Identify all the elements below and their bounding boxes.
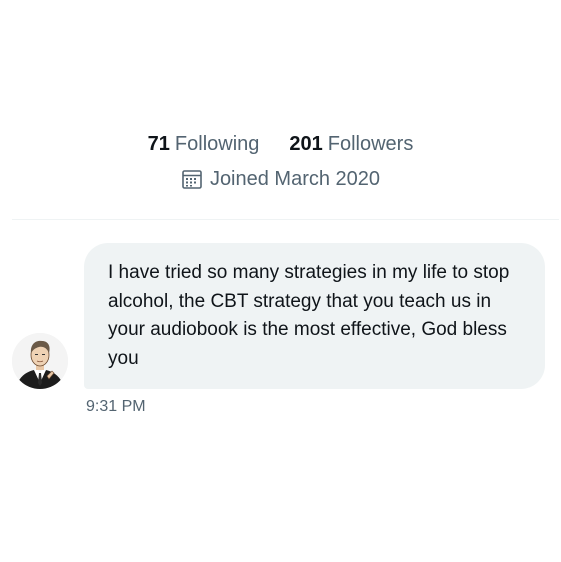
message-timestamp: 9:31 PM — [86, 398, 146, 415]
followers-label: Followers — [327, 133, 414, 155]
following-label: Following — [174, 133, 260, 155]
avatar[interactable] — [12, 333, 68, 389]
joined-date: Joined March 2020 — [0, 166, 561, 192]
following-stat[interactable]: 71 Following — [148, 130, 260, 158]
joined-label: Joined March 2020 — [209, 167, 381, 190]
profile-stats: 71 Following 201 Followers — [0, 130, 561, 158]
following-count: 71 — [147, 133, 170, 155]
calendar-icon — [182, 170, 202, 189]
followers-count: 201 — [289, 133, 323, 155]
message-text: I have tried so many strategies in my li… — [108, 262, 510, 369]
divider — [12, 219, 559, 220]
avatar-image — [12, 333, 68, 389]
followers-stat[interactable]: 201 Followers — [289, 130, 413, 158]
message-bubble: I have tried so many strategies in my li… — [84, 243, 545, 389]
